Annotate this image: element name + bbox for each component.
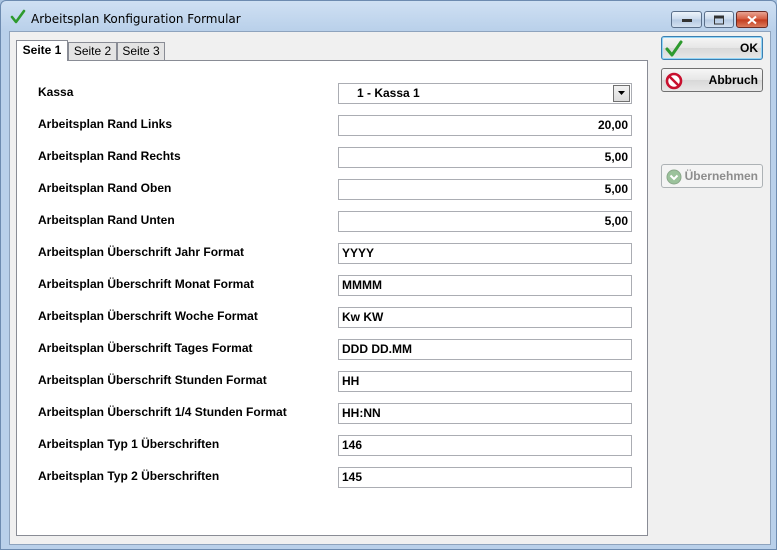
rand-oben-input[interactable]: 5,00 <box>338 179 632 200</box>
tab-seite-3[interactable]: Seite 3 <box>117 42 165 60</box>
minimize-button[interactable] <box>671 11 702 28</box>
cancel-button[interactable]: Abbruch <box>661 68 763 92</box>
apply-button[interactable]: Übernehmen <box>661 164 763 188</box>
checkmark-icon <box>665 40 683 57</box>
kassa-dropdown-button[interactable] <box>613 85 630 102</box>
rand-oben-label: Arbeitsplan Rand Oben <box>38 181 172 195</box>
cancel-button-label: Abbruch <box>708 73 758 87</box>
rand-links-input[interactable]: 20,00 <box>338 115 632 136</box>
rand-rechts-input[interactable]: 5,00 <box>338 147 632 168</box>
close-button[interactable] <box>736 11 768 28</box>
chevron-down-circle-icon <box>666 169 682 185</box>
dialog-window: Arbeitsplan Konfiguration Formular Seite… <box>0 0 777 550</box>
stunden-format-input[interactable]: HH <box>338 371 632 392</box>
kassa-selected-value: 1 - Kassa 1 <box>357 86 420 100</box>
woche-format-input[interactable]: Kw KW <box>338 307 632 328</box>
woche-format-label: Arbeitsplan Überschrift Woche Format <box>38 309 258 323</box>
jahr-format-input[interactable]: YYYY <box>338 243 632 264</box>
chevron-down-icon <box>618 91 625 95</box>
monat-format-input[interactable]: MMMM <box>338 275 632 296</box>
tages-format-label: Arbeitsplan Überschrift Tages Format <box>38 341 253 355</box>
typ1-ueberschriften-input[interactable]: 146 <box>338 435 632 456</box>
stunden-format-label: Arbeitsplan Überschrift Stunden Format <box>38 373 267 387</box>
jahr-format-label: Arbeitsplan Überschrift Jahr Format <box>38 245 245 259</box>
kassa-label: Kassa <box>38 85 74 99</box>
rand-unten-label: Arbeitsplan Rand Unten <box>38 213 175 227</box>
rand-links-label: Arbeitsplan Rand Links <box>38 117 173 131</box>
close-icon <box>747 15 757 24</box>
maximize-icon <box>714 15 724 24</box>
tab-seite-1[interactable]: Seite 1 <box>16 40 68 61</box>
no-entry-icon <box>665 72 683 90</box>
maximize-button[interactable] <box>704 11 734 28</box>
viertelstunden-format-label: Arbeitsplan Überschrift 1/4 Stunden Form… <box>38 405 287 419</box>
typ1-ueberschriften-label: Arbeitsplan Typ 1 Überschriften <box>38 437 220 451</box>
dialog-client-area: Seite 1 Seite 2 Seite 3 Kassa 1 - Kassa … <box>9 31 771 545</box>
window-title: Arbeitsplan Konfiguration Formular <box>31 12 241 26</box>
rand-unten-input[interactable]: 5,00 <box>338 211 632 232</box>
tab-seite-2[interactable]: Seite 2 <box>68 42 117 60</box>
tab-panel-seite-1: Kassa 1 - Kassa 1 Arbeitsplan Rand Links… <box>16 60 648 536</box>
ok-button[interactable]: OK <box>661 36 763 60</box>
minimize-icon <box>681 18 692 22</box>
viertelstunden-format-input[interactable]: HH:NN <box>338 403 632 424</box>
rand-rechts-label: Arbeitsplan Rand Rechts <box>38 149 181 163</box>
typ2-ueberschriften-label: Arbeitsplan Typ 2 Überschriften <box>38 469 220 483</box>
ok-button-label: OK <box>740 41 758 55</box>
typ2-ueberschriften-input[interactable]: 145 <box>338 467 632 488</box>
monat-format-label: Arbeitsplan Überschrift Monat Format <box>38 277 255 291</box>
checkmark-icon <box>10 9 26 24</box>
apply-button-label: Übernehmen <box>684 169 758 183</box>
tages-format-input[interactable]: DDD DD.MM <box>338 339 632 360</box>
kassa-select[interactable]: 1 - Kassa 1 <box>338 83 632 104</box>
